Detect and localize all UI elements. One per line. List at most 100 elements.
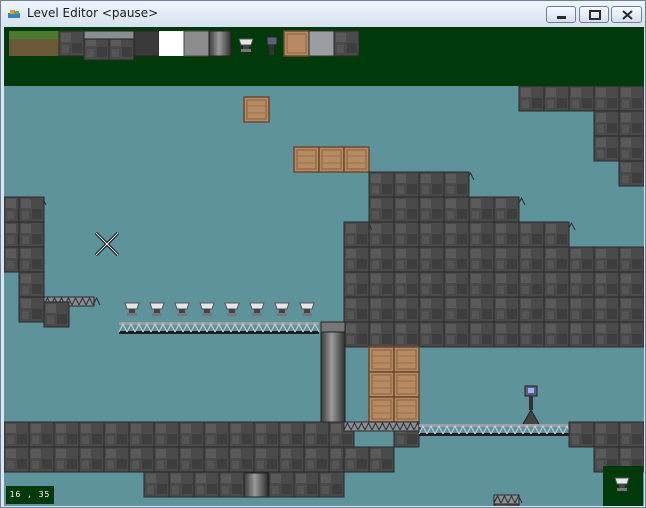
close-icon (622, 10, 633, 20)
stone-tile (443, 221, 470, 248)
palette-item-metal-pipe[interactable] (208, 30, 232, 57)
stone-tile (493, 321, 520, 348)
stone-tile (28, 446, 55, 473)
stone-tile (443, 171, 470, 198)
stone-tile (18, 296, 45, 323)
stone-tile (418, 171, 445, 198)
turret-icon (249, 302, 265, 316)
stone-tile (543, 221, 570, 248)
stone-tile (618, 321, 644, 348)
stone-tile (418, 196, 445, 223)
stone-tile (343, 246, 370, 273)
stone-tile (393, 171, 420, 198)
selected-item-preview (603, 466, 643, 506)
stone-tile (78, 421, 105, 448)
stone-tile (178, 446, 205, 473)
metal-pipe (243, 472, 269, 498)
stone-tile (518, 85, 545, 112)
stone-tile (343, 296, 370, 323)
minimize-button[interactable] (546, 6, 576, 23)
stone-tile (593, 85, 620, 112)
wooden-crate (393, 371, 420, 398)
stone-tile (168, 471, 195, 498)
level-editor-window: Level Editor <pause> 16 , 35 (0, 0, 646, 508)
stone-tile (493, 296, 520, 323)
stone-tile (568, 321, 595, 348)
stone-tile (393, 246, 420, 273)
stone-tile (493, 221, 520, 248)
palette-item-turret[interactable] (238, 38, 254, 52)
stone-tile (593, 321, 620, 348)
palette-item-white-block[interactable] (159, 31, 184, 56)
stone-tile (618, 271, 644, 298)
stone-tile (203, 446, 230, 473)
stone-tile (618, 135, 644, 162)
wooden-crate (293, 146, 320, 173)
wooden-crate (393, 346, 420, 373)
tile-palette[interactable] (4, 27, 644, 86)
stone-tile (393, 271, 420, 298)
stone-tile (618, 421, 644, 448)
stone-tile (443, 271, 470, 298)
girder-bridge (418, 424, 572, 436)
app-icon (8, 10, 20, 18)
stone-tile (78, 446, 105, 473)
turret-icon (238, 38, 254, 52)
stone-tile (253, 446, 280, 473)
palette-item-dark-stone[interactable] (58, 30, 85, 57)
palette-item-metal-dark[interactable] (133, 30, 160, 57)
stone-tile (153, 421, 180, 448)
stone-tile (178, 421, 205, 448)
crosshair-cursor (94, 231, 120, 257)
stone-tile (368, 221, 395, 248)
wooden-crate (243, 96, 270, 123)
palette-item-robot[interactable] (266, 36, 278, 55)
girder-bridge (118, 322, 320, 334)
stone-tile (593, 271, 620, 298)
robot-sprite (522, 385, 540, 425)
stone-tile (128, 446, 155, 473)
stone-tile (593, 421, 620, 448)
palette-item-wooden-crate[interactable] (283, 30, 310, 57)
stone-tile (618, 296, 644, 323)
stone-tile (418, 271, 445, 298)
palette-item-steel-plate[interactable] (308, 30, 335, 57)
level-map[interactable] (4, 27, 644, 506)
wooden-crate (368, 346, 395, 373)
stone-tile (343, 221, 370, 248)
close-button[interactable] (611, 6, 642, 23)
stone-tile (618, 246, 644, 273)
stone-tile (53, 446, 80, 473)
palette-item-girder-stone[interactable] (83, 30, 135, 61)
stone-tile (493, 271, 520, 298)
stone-tile (493, 196, 520, 223)
stone-tile (568, 271, 595, 298)
window-title: Level Editor <pause> (27, 6, 159, 20)
palette-item-grass-dirt[interactable] (9, 31, 59, 56)
stone-tile (343, 271, 370, 298)
stone-tile (143, 471, 170, 498)
palette-items[interactable] (4, 27, 644, 86)
stone-tile (343, 446, 370, 473)
palette-item-stone-block[interactable] (333, 30, 360, 57)
title-bar[interactable]: Level Editor <pause> (1, 1, 645, 27)
stone-tile (493, 246, 520, 273)
turret-icon (274, 302, 290, 316)
game-canvas[interactable]: 16 , 35 (4, 27, 644, 506)
maximize-button[interactable] (579, 6, 609, 23)
stone-tile (418, 296, 445, 323)
stone-tile (368, 296, 395, 323)
turret-icon (149, 302, 165, 316)
stone-tile (593, 246, 620, 273)
stone-tile (468, 296, 495, 323)
stone-tile (43, 301, 70, 328)
stone-tile (568, 296, 595, 323)
stone-tile (593, 135, 620, 162)
stone-tile (253, 421, 280, 448)
stone-tile (518, 296, 545, 323)
stone-tile (228, 421, 255, 448)
wooden-crate (393, 396, 420, 423)
stone-tile (393, 296, 420, 323)
palette-item-metal-grey[interactable] (183, 30, 210, 57)
stone-tile (543, 321, 570, 348)
